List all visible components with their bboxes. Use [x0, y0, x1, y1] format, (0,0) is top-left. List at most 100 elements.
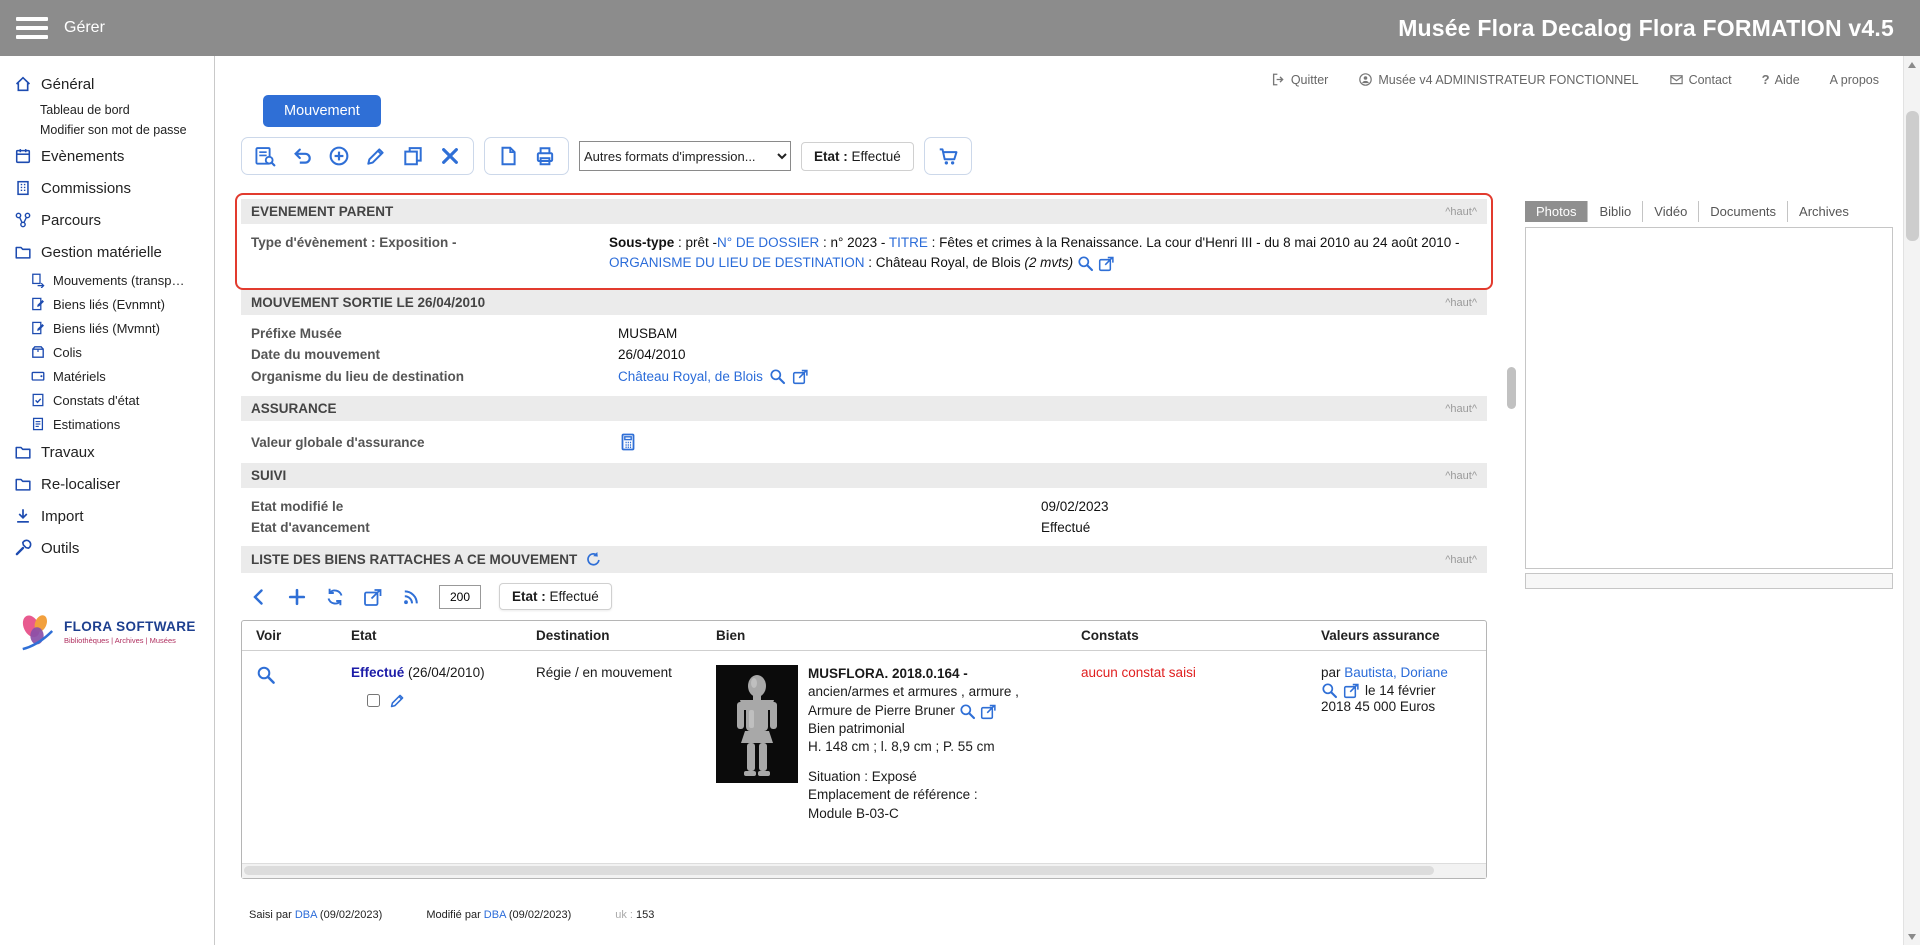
a-propos-label: A propos: [1830, 73, 1879, 87]
view-item-search-icon[interactable]: [256, 665, 276, 685]
scroll-down-arrow[interactable]: [1904, 928, 1920, 945]
section-mouvement-header: MOUVEMENT SORTIE LE 26/04/2010 ^haut^: [241, 290, 1487, 315]
sous-type-value: : prêt -: [674, 235, 717, 250]
cell-valeurs-assurance: par Bautista, Doriane le 14 février 2018…: [1307, 665, 1482, 841]
search-icon[interactable]: [959, 703, 976, 720]
refresh-icon[interactable]: [585, 551, 602, 568]
print-format-select[interactable]: Autres formats d'impression...: [579, 141, 791, 171]
haut-anchor-link[interactable]: ^haut^: [1445, 554, 1477, 566]
add-item-icon[interactable]: [287, 587, 307, 607]
feed-icon[interactable]: [401, 587, 421, 607]
sidebar-item-mouvements[interactable]: Mouvements (transp…: [0, 268, 214, 292]
user-icon: [1358, 72, 1373, 87]
column-header-constats: Constats: [1067, 628, 1307, 643]
scroll-up-arrow[interactable]: [1904, 56, 1920, 73]
haut-anchor-link[interactable]: ^haut^: [1445, 206, 1477, 218]
organisme-link[interactable]: ORGANISME DU LIEU DE DESTINATION: [609, 255, 865, 270]
sidebar-item-general[interactable]: Général: [0, 68, 214, 100]
open-in-window-icon[interactable]: [363, 587, 383, 607]
bien-emplacement-value: Module B-03-C: [808, 805, 1019, 823]
import-icon: [14, 507, 32, 525]
sidebar-item-label: Estimations: [53, 417, 120, 432]
field-etat-avancement: Etat d'avancement Effectué: [241, 517, 1487, 538]
sidebar-item-evenements[interactable]: Evènements: [0, 140, 214, 172]
sidebar-item-parcours[interactable]: Parcours: [0, 204, 214, 236]
armor-thumbnail-image[interactable]: [716, 665, 798, 783]
titre-link[interactable]: TITRE: [889, 235, 928, 250]
scrollbar-thumb[interactable]: [244, 866, 1434, 875]
check-doc-icon: [30, 392, 46, 408]
sidebar-item-materiels[interactable]: Matériels: [0, 364, 214, 388]
tab-biblio[interactable]: Biblio: [1587, 201, 1642, 222]
sidebar-item-re-localiser[interactable]: Re-localiser: [0, 468, 214, 500]
open-record-icon[interactable]: [792, 368, 809, 385]
tab-documents[interactable]: Documents: [1698, 201, 1787, 222]
assurance-person-link[interactable]: Bautista, Doriane: [1344, 665, 1448, 680]
sidebar-item-estimations[interactable]: Estimations: [0, 412, 214, 436]
menu-gerer-label[interactable]: Gérer: [64, 19, 105, 37]
tab-photos[interactable]: Photos: [1525, 201, 1587, 222]
aide-link[interactable]: ? Aide: [1762, 72, 1800, 87]
table-header-row: Voir Etat Destination Bien Constats Vale…: [242, 621, 1486, 651]
dossier-link[interactable]: N° DE DOSSIER: [717, 235, 819, 250]
delete-record-icon[interactable]: [439, 145, 461, 167]
contact-link[interactable]: Contact: [1669, 72, 1732, 87]
hamburger-menu-icon[interactable]: [16, 17, 48, 39]
scrollbar-thumb[interactable]: [1507, 367, 1516, 409]
tab-mouvement[interactable]: Mouvement: [263, 95, 381, 127]
sidebar-item-import[interactable]: Import: [0, 500, 214, 532]
haut-anchor-link[interactable]: ^haut^: [1445, 297, 1477, 309]
page-size-input[interactable]: [439, 585, 481, 609]
search-icon[interactable]: [1321, 682, 1338, 699]
search-form-icon[interactable]: [254, 145, 276, 167]
add-record-icon[interactable]: [328, 145, 350, 167]
open-record-icon[interactable]: [1343, 682, 1360, 699]
organisme-destination-link[interactable]: Château Royal, de Blois: [618, 369, 763, 384]
a-propos-link[interactable]: A propos: [1830, 73, 1879, 87]
sidebar-item-tableau-de-bord[interactable]: Tableau de bord: [0, 100, 214, 120]
open-record-icon[interactable]: [980, 703, 997, 720]
tab-video[interactable]: Vidéo: [1642, 201, 1698, 222]
edit-etat-pencil-icon[interactable]: [389, 692, 406, 709]
row-select-checkbox[interactable]: [367, 694, 380, 707]
haut-anchor-link[interactable]: ^haut^: [1445, 403, 1477, 415]
drive-icon: [30, 368, 46, 384]
print-icon[interactable]: [534, 145, 556, 167]
search-icon[interactable]: [769, 368, 786, 385]
sidebar-item-biens-lies-mvmnt[interactable]: Biens liés (Mvmnt): [0, 316, 214, 340]
sidebar-item-constats-etat[interactable]: Constats d'état: [0, 388, 214, 412]
user-account-link[interactable]: Musée v4 ADMINISTRATEUR FONCTIONNEL: [1358, 72, 1638, 87]
sidebar-item-colis[interactable]: Colis: [0, 340, 214, 364]
haut-anchor-link[interactable]: ^haut^: [1445, 470, 1477, 482]
sidebar-item-biens-lies-evnmnt[interactable]: Biens liés (Evnmnt): [0, 292, 214, 316]
content-scrollbar[interactable]: [1507, 191, 1519, 945]
folder-icon: [14, 243, 32, 261]
previous-page-icon[interactable]: [249, 587, 269, 607]
tab-archives[interactable]: Archives: [1787, 201, 1860, 222]
modifie-user-link[interactable]: DBA: [484, 909, 506, 921]
cart-icon[interactable]: [937, 145, 959, 167]
search-icon[interactable]: [1077, 255, 1094, 272]
sidebar-item-commissions[interactable]: Commissions: [0, 172, 214, 204]
sidebar-item-modifier-mot-de-passe[interactable]: Modifier son mot de passe: [0, 120, 214, 140]
saisi-user-link[interactable]: DBA: [295, 909, 317, 921]
sidebar-item-label: Travaux: [41, 444, 95, 461]
page-scrollbar[interactable]: [1903, 56, 1920, 945]
open-record-icon[interactable]: [1098, 255, 1115, 272]
cell-etat: Effectué (26/04/2010): [337, 665, 522, 841]
sidebar-item-gestion-materielle[interactable]: Gestion matérielle: [0, 236, 214, 268]
table-horizontal-scrollbar[interactable]: [242, 863, 1486, 878]
calculator-icon[interactable]: [618, 432, 638, 452]
edit-record-icon[interactable]: [365, 145, 387, 167]
duplicate-record-icon[interactable]: [402, 145, 424, 167]
photos-scroll-strip[interactable]: [1525, 573, 1893, 589]
new-document-icon[interactable]: [497, 145, 519, 167]
etat-label: Etat :: [814, 149, 848, 164]
sidebar-item-outils[interactable]: Outils: [0, 532, 214, 564]
undo-icon[interactable]: [291, 145, 313, 167]
sidebar-item-travaux[interactable]: Travaux: [0, 436, 214, 468]
scrollbar-thumb[interactable]: [1906, 111, 1919, 241]
quitter-link[interactable]: Quitter: [1271, 72, 1329, 87]
photos-content-area: [1525, 227, 1893, 569]
recycle-refresh-icon[interactable]: [325, 587, 345, 607]
